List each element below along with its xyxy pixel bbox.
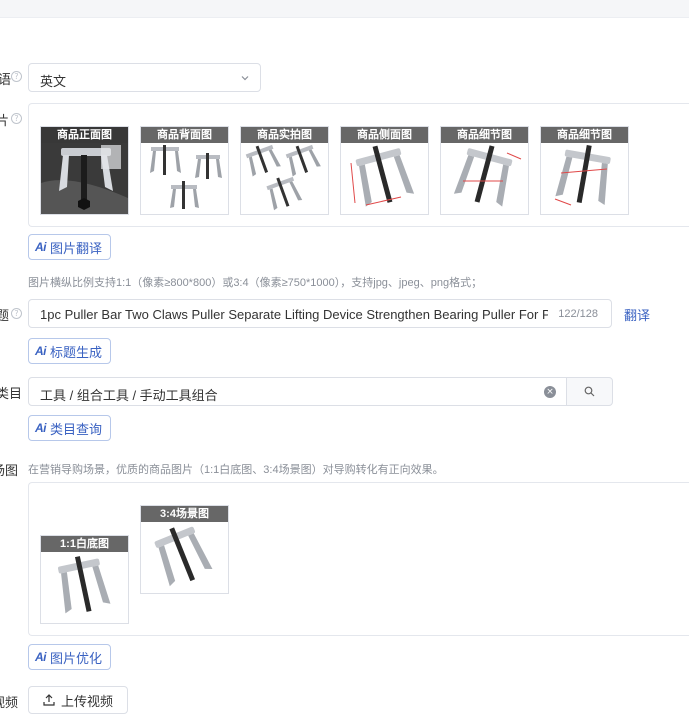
image-translate-button[interactable]: Ai 图片翻译	[28, 234, 112, 260]
ai-icon: Ai	[35, 421, 47, 435]
scene-images-panel: 1:1白底图 3:4场景图	[28, 482, 689, 636]
scene-image-thumb[interactable]: 3:4场景图	[140, 505, 229, 594]
image-caption: 商品细节图	[541, 127, 628, 143]
product-image-thumb[interactable]: 商品正面图	[40, 126, 129, 215]
help-icon[interactable]: ?	[11, 71, 22, 82]
image-caption: 商品正面图	[41, 127, 128, 143]
scene-image-label: 场图	[0, 463, 19, 478]
product-photo	[554, 144, 611, 206]
category-query-button[interactable]: Ai 类目查询	[28, 415, 112, 441]
product-photo	[58, 556, 111, 614]
product-image-thumb[interactable]: 商品实拍图	[240, 126, 329, 215]
video-label: 视频	[0, 695, 19, 710]
search-icon	[584, 386, 595, 397]
title-input[interactable]: 1pc Puller Bar Two Claws Puller Separate…	[28, 299, 612, 328]
scene-image-hint: 在营销导购场景，优质的商品图片（1:1白底图、3:4场景图）对导购转化有正向效果…	[28, 464, 444, 476]
image-caption: 商品实拍图	[241, 127, 328, 143]
title-char-counter: 122/128	[558, 308, 598, 320]
ai-icon: Ai	[35, 344, 47, 358]
image-caption: 商品背面图	[141, 127, 228, 143]
product-image-thumb[interactable]: 商品背面图	[140, 126, 229, 215]
category-query-label: 类目查询	[50, 421, 103, 437]
top-bar	[0, 0, 689, 18]
title-generate-button[interactable]: Ai 标题生成	[28, 338, 112, 364]
image-optimize-label: 图片优化	[50, 650, 103, 666]
language-select-value: 英文	[40, 74, 67, 89]
product-image-thumb[interactable]: 商品细节图	[540, 126, 629, 215]
category-label: 类目	[0, 386, 23, 401]
product-photo	[41, 143, 128, 214]
image-optimize-button[interactable]: Ai 图片优化	[28, 644, 112, 670]
image-format-hint: 图片横纵比例支持1:1（像素≥800*800）或3:4（像素≥750*1000）…	[28, 277, 483, 289]
translate-link[interactable]: 翻译	[624, 305, 650, 324]
upload-icon	[43, 694, 55, 706]
title-label: 题	[0, 308, 10, 323]
category-input[interactable]: 工具 / 组合工具 / 手动工具组合 ×	[28, 377, 613, 406]
upload-video-button[interactable]: 上传视频	[28, 686, 128, 714]
white-background-image-thumb[interactable]: 1:1白底图	[40, 535, 129, 624]
image-caption: 商品细节图	[441, 127, 528, 143]
image-caption: 3:4场景图	[141, 506, 228, 522]
images-label: 片	[0, 113, 10, 128]
clear-icon[interactable]: ×	[544, 386, 556, 398]
help-icon[interactable]: ?	[11, 113, 22, 124]
product-image-thumb[interactable]: 商品细节图	[440, 126, 529, 215]
ai-icon: Ai	[35, 240, 47, 254]
product-photo	[150, 145, 222, 209]
category-search-button[interactable]	[566, 377, 613, 406]
image-caption: 商品侧面图	[341, 127, 428, 143]
product-photo	[154, 526, 213, 587]
product-image-thumb[interactable]: 商品侧面图	[340, 126, 429, 215]
category-input-value: 工具 / 组合工具 / 手动工具组合	[40, 388, 218, 403]
image-translate-label: 图片翻译	[50, 240, 103, 256]
help-icon[interactable]: ?	[11, 308, 22, 319]
product-photo	[350, 145, 415, 207]
upload-video-label: 上传视频	[60, 693, 113, 709]
language-select[interactable]: 英文	[28, 63, 261, 92]
image-caption: 1:1白底图	[41, 536, 128, 552]
ai-icon: Ai	[35, 650, 47, 664]
product-photo	[453, 145, 522, 207]
product-photo	[245, 144, 321, 211]
chevron-down-icon	[241, 76, 249, 81]
product-images-panel: 商品正面图 商品背面图 商品实拍图 商品侧面图 商品细节图 商品细节图	[28, 103, 689, 227]
title-generate-label: 标题生成	[50, 344, 103, 360]
language-label: 语	[0, 72, 12, 87]
title-input-value: 1pc Puller Bar Two Claws Puller Separate…	[40, 307, 548, 322]
